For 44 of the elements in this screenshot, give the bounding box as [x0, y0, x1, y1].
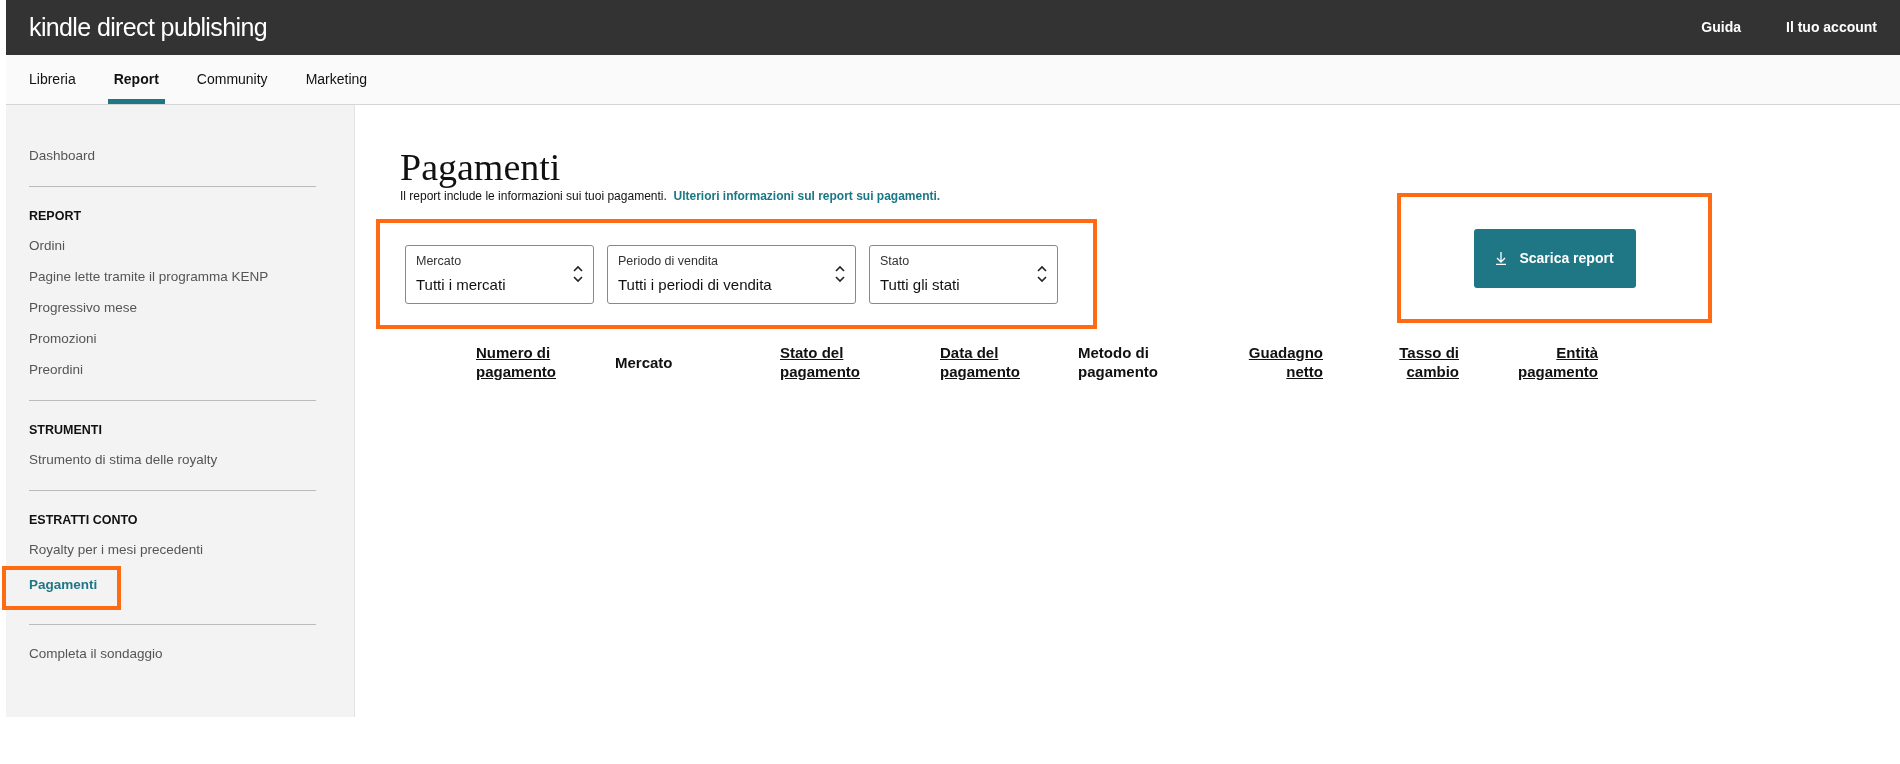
sidebar-link[interactable]: Dashboard	[29, 141, 96, 172]
dropdown-label: Stato	[880, 252, 911, 270]
header-link[interactable]: Guida	[1701, 17, 1741, 38]
column-header[interactable]: Entità pagamento	[1514, 343, 1598, 381]
chevron-updown-icon	[573, 265, 583, 283]
dropdown-label: Periodo di vendita	[618, 252, 720, 270]
column-header[interactable]: Tasso di cambio	[1375, 343, 1459, 381]
filter-dropdown[interactable]: Mercato Tutti i mercati	[405, 244, 594, 304]
sidebar-link[interactable]: Pagine lette tramite il programma KENP	[29, 262, 269, 293]
chevron-updown-icon	[1037, 265, 1047, 283]
dropdown-value: Tutti gli stati	[880, 274, 961, 295]
chevron-updown-icon	[835, 265, 845, 283]
sidebar-link[interactable]: Ordini	[29, 231, 65, 262]
column-header[interactable]: Data del pagamento	[940, 343, 1040, 381]
download-report-button[interactable]: Scarica report	[1473, 228, 1636, 288]
column-header: Metodo di pagamento	[1078, 343, 1159, 381]
filter-dropdown[interactable]: Stato Tutti gli stati	[869, 244, 1058, 304]
sidebar-heading: ESTRATTI CONTO	[29, 511, 139, 529]
sidebar-link[interactable]: Progressivo mese	[29, 293, 138, 324]
nav-tab[interactable]: Marketing	[305, 55, 368, 104]
logo[interactable]: kindle direct publishing	[29, 8, 267, 47]
sidebar-link[interactable]: Preordini	[29, 355, 84, 386]
column-header: Mercato	[615, 352, 674, 372]
column-header[interactable]: Guadagno netto	[1239, 343, 1323, 381]
page-title: Pagamenti	[400, 145, 562, 189]
sidebar-link[interactable]: Royalty per i mesi precedenti	[29, 535, 204, 566]
sidebar-link[interactable]: Pagamenti	[29, 570, 98, 601]
dropdown-label: Mercato	[416, 252, 463, 270]
sidebar-heading: REPORT	[29, 207, 83, 225]
dropdown-value: Tutti i periodi di vendita	[618, 274, 773, 295]
intro-text: Il report include le informazioni sui tuoi pagamenti. Ulteriori informazioni sul report sui pagamenti.	[400, 188, 942, 205]
filter-dropdown[interactable]: Periodo di vendita Tutti i periodi di vendita	[607, 244, 856, 304]
sidebar-link[interactable]: Completa il sondaggio	[29, 639, 163, 670]
sidebar-link[interactable]: Promozioni	[29, 324, 97, 355]
nav-tab[interactable]: Community	[196, 55, 268, 104]
column-header[interactable]: Numero di pagamento	[476, 343, 576, 381]
download-icon	[1495, 251, 1508, 265]
info-link[interactable]: Ulteriori informazioni sul report sui pagamenti.	[673, 189, 941, 203]
column-header[interactable]: Stato del pagamento	[780, 343, 880, 381]
sidebar-heading: STRUMENTI	[29, 421, 103, 439]
nav-tab[interactable]: Libreria	[29, 55, 76, 104]
sidebar-link[interactable]: Strumento di stima delle royalty	[29, 445, 218, 476]
dropdown-value: Tutti i mercati	[416, 274, 507, 295]
header-link[interactable]: Il tuo account	[1786, 17, 1877, 38]
